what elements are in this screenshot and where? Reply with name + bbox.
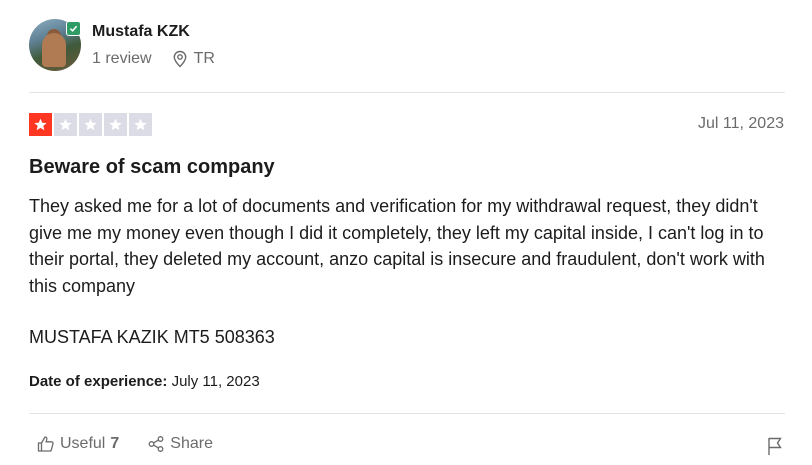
- avatar-body: [42, 33, 66, 67]
- flag-icon: [768, 437, 782, 455]
- star-icon: [129, 113, 152, 136]
- star-icon: [104, 113, 127, 136]
- review-body: They asked me for a lot of documents and…: [29, 196, 765, 296]
- report-flag-button[interactable]: [766, 436, 784, 461]
- star-icon: [29, 113, 52, 136]
- location-pin-icon: [173, 50, 186, 68]
- footer-divider: [29, 413, 785, 414]
- useful-count: 7: [110, 435, 120, 452]
- useful-label: Useful: [60, 435, 106, 452]
- share-label: Share: [170, 435, 213, 452]
- verified-check-icon: [66, 21, 81, 36]
- review-actions: Useful 7 Share: [37, 435, 213, 453]
- reviewer-meta: 1 review TR: [92, 50, 215, 68]
- reviewer-name[interactable]: Mustafa KZK: [92, 23, 190, 41]
- thumbs-up-icon: [37, 436, 54, 452]
- review-count: 1 review: [92, 50, 152, 67]
- experience-date: July 11, 2023: [171, 373, 260, 390]
- experience-label: Date of experience:: [29, 373, 168, 390]
- review-extra-line: MUSTAFA KAZIK MT5 508363: [29, 327, 275, 347]
- star-rating: [29, 113, 152, 136]
- reviewer-location: TR: [172, 50, 215, 68]
- review-title[interactable]: Beware of scam company: [29, 156, 275, 179]
- star-icon: [54, 113, 77, 136]
- country-code: TR: [193, 50, 215, 67]
- header-divider: [29, 92, 785, 93]
- useful-button[interactable]: Useful 7: [37, 435, 119, 453]
- share-icon: [148, 436, 164, 452]
- review-date: Jul 11, 2023: [698, 115, 784, 132]
- share-button[interactable]: Share: [147, 435, 213, 453]
- reviewer-header: Mustafa KZK 1 review TR: [29, 19, 789, 75]
- date-of-experience: Date of experience: July 11, 2023: [29, 373, 260, 390]
- star-icon: [79, 113, 102, 136]
